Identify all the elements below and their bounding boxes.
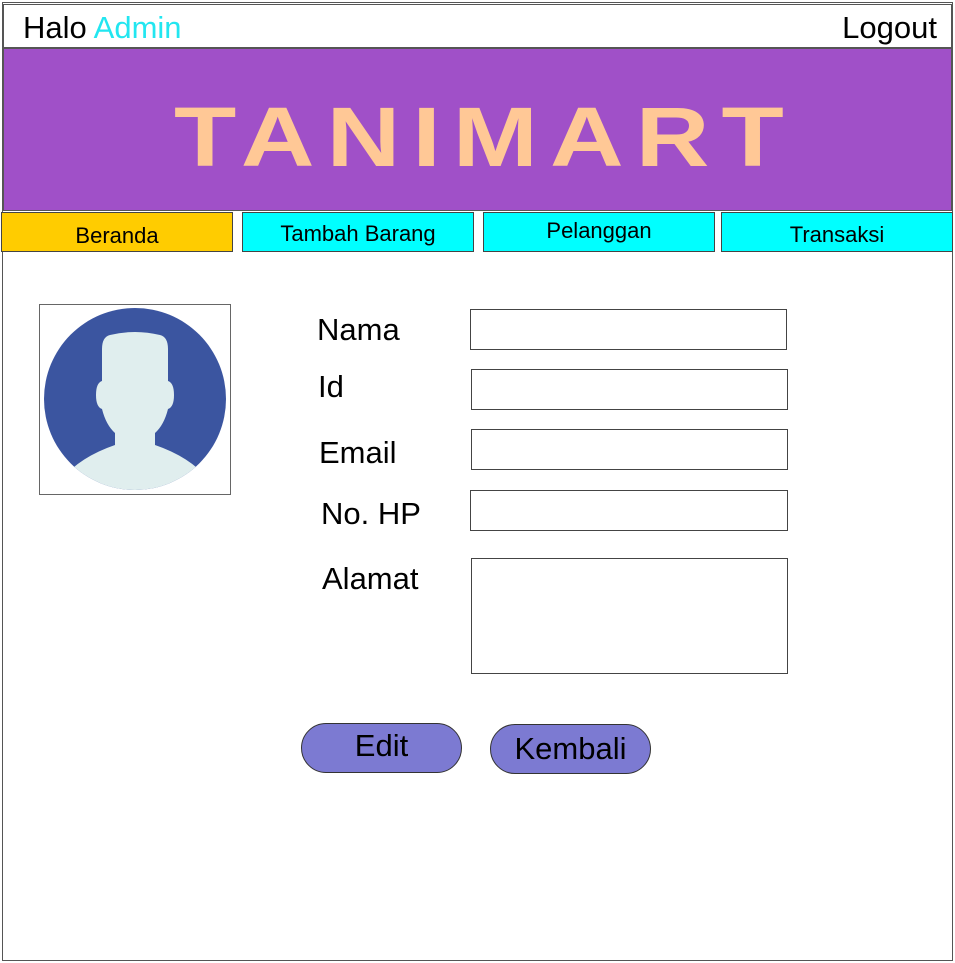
label-id: Id	[318, 369, 344, 404]
email-field[interactable]	[471, 429, 788, 470]
edit-button-label: Edit	[354, 728, 409, 763]
tab-tambah-barang[interactable]: Tambah Barang	[242, 212, 474, 252]
logout-link[interactable]: Logout	[842, 10, 937, 46]
back-button[interactable]: Kembali	[490, 724, 651, 774]
label-alamat: Alamat	[322, 561, 419, 596]
tab-transaksi[interactable]: Transaksi	[721, 212, 953, 252]
tab-beranda[interactable]: Beranda	[1, 212, 233, 252]
label-nama: Nama	[317, 312, 400, 347]
id-field[interactable]	[471, 369, 788, 410]
greeting: Halo Admin	[23, 10, 182, 46]
label-hp: No. HP	[321, 496, 421, 531]
user-avatar-icon	[44, 308, 226, 490]
user-name: Admin	[93, 10, 182, 45]
avatar	[39, 304, 231, 495]
hp-field[interactable]	[470, 490, 788, 531]
alamat-field[interactable]	[471, 558, 788, 674]
logo: TANIMART	[174, 90, 796, 184]
greeting-text: Halo	[23, 10, 87, 45]
logo-text: TANIMART	[174, 90, 796, 184]
tab-beranda-label: Beranda	[75, 223, 159, 248]
tab-pelanggan[interactable]: Pelanggan	[483, 212, 715, 252]
edit-button[interactable]: Edit	[301, 723, 462, 773]
back-button-label: Kembali	[514, 731, 627, 766]
nama-field[interactable]	[470, 309, 787, 350]
label-email: Email	[319, 435, 397, 470]
tab-transaksi-label: Transaksi	[789, 222, 885, 247]
tab-tambah-barang-label: Tambah Barang	[280, 221, 436, 246]
tab-pelanggan-label: Pelanggan	[546, 218, 652, 243]
banner: TANIMART	[3, 48, 952, 211]
